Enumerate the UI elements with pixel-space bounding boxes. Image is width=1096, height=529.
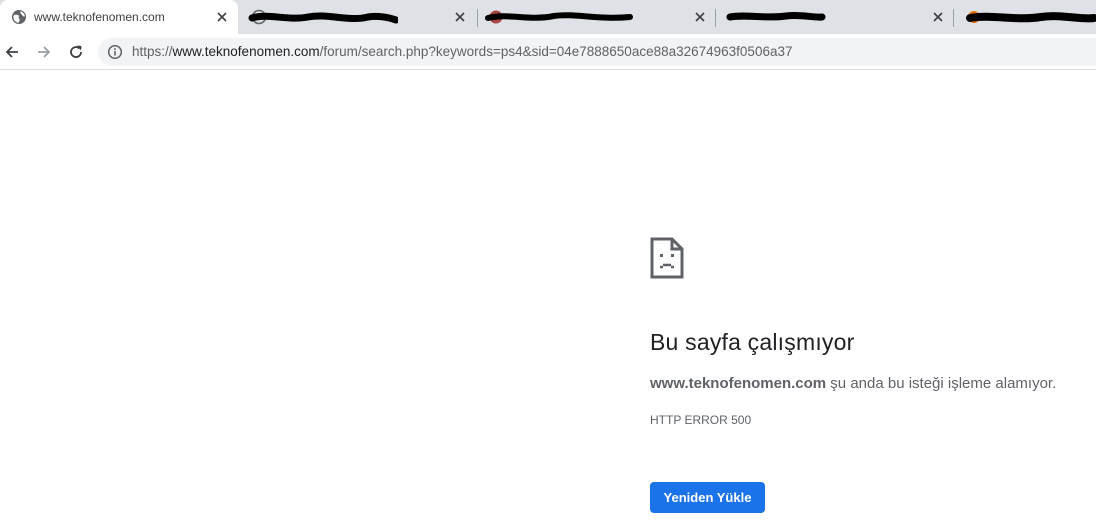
url-text[interactable]: https://www.teknofenomen.com/forum/searc… bbox=[132, 44, 792, 60]
arrow-left-icon bbox=[5, 46, 18, 58]
address-bar[interactable]: https://www.teknofenomen.com/forum/searc… bbox=[98, 38, 1096, 66]
reload-button[interactable] bbox=[64, 40, 88, 64]
tab-5[interactable] bbox=[954, 0, 1096, 34]
tab-3[interactable] bbox=[478, 0, 714, 34]
url-path: /forum/search.php?keywords=ps4&sid=04e78… bbox=[319, 44, 793, 59]
url-host: www.teknofenomen.com bbox=[172, 44, 320, 59]
redaction-mark bbox=[484, 8, 634, 31]
url-scheme: https:// bbox=[132, 44, 173, 59]
forward-button[interactable] bbox=[32, 40, 56, 64]
error-code: HTTP ERROR 500 bbox=[650, 413, 752, 427]
tab-2[interactable] bbox=[240, 0, 476, 34]
error-host: www.teknofenomen.com bbox=[650, 375, 827, 392]
arrow-right-icon bbox=[38, 46, 51, 58]
tab-title: www.teknofenomen.com bbox=[34, 10, 165, 24]
error-message-text: şu anda bu isteği işleme alamıyor. bbox=[826, 375, 1057, 392]
error-title: Bu sayfa çalışmıyor bbox=[650, 329, 855, 355]
close-tab-icon[interactable] bbox=[692, 9, 708, 25]
back-button[interactable] bbox=[0, 40, 24, 64]
reload-icon bbox=[70, 45, 82, 58]
redaction-mark bbox=[726, 8, 826, 31]
redaction-mark bbox=[966, 8, 1096, 33]
close-tab-icon[interactable] bbox=[452, 9, 468, 25]
error-message: www.teknofenomen.com şu anda bu isteği i… bbox=[650, 374, 1056, 394]
tab-strip: www.teknofenomen.com bbox=[0, 0, 1096, 34]
sad-page-icon bbox=[650, 237, 684, 279]
close-tab-icon[interactable] bbox=[930, 9, 946, 25]
redaction-mark bbox=[248, 9, 400, 32]
globe-icon bbox=[11, 9, 27, 25]
info-icon[interactable] bbox=[107, 44, 123, 60]
close-tab-icon[interactable] bbox=[214, 9, 230, 25]
tab-4[interactable] bbox=[716, 0, 952, 34]
tab-active[interactable]: www.teknofenomen.com bbox=[0, 0, 238, 34]
reload-page-button[interactable]: Yeniden Yükle bbox=[650, 482, 765, 513]
browser-toolbar: https://www.teknofenomen.com/forum/searc… bbox=[0, 34, 1096, 70]
